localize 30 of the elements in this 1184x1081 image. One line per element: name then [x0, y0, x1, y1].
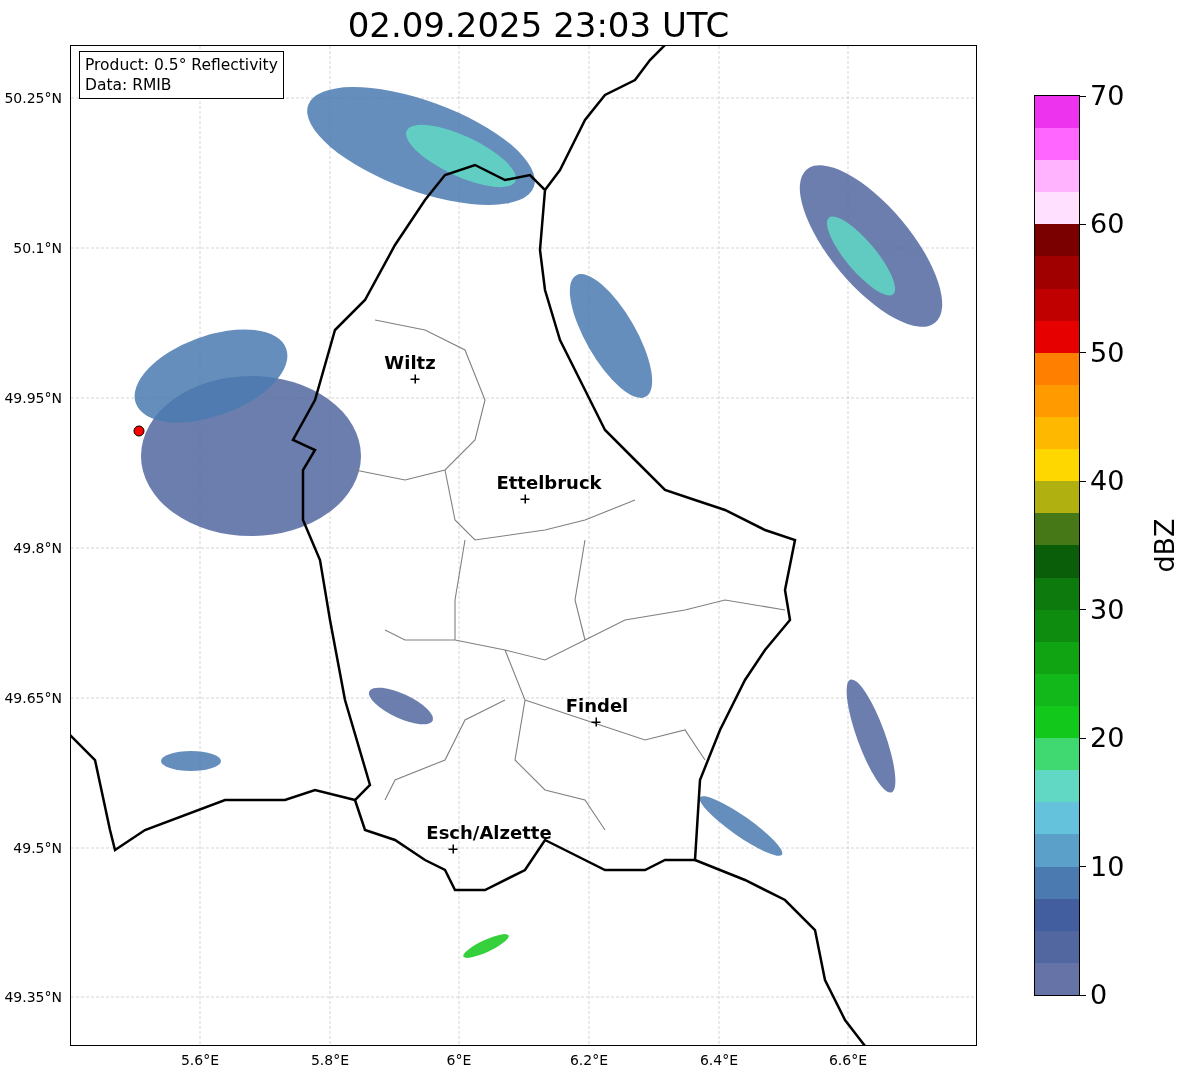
latitude-label: 49.65°N: [4, 690, 62, 706]
city-label: Esch/Alzette: [426, 823, 552, 843]
latitude-label: 50.1°N: [13, 240, 62, 256]
latitude-label: 49.5°N: [13, 840, 62, 856]
info-text: Product: 0.5° Reflectivity: [85, 55, 278, 75]
longitude-label: 6°E: [446, 1052, 472, 1068]
colorbar-tick-label: 40: [1080, 466, 1125, 497]
latitude-label: 49.35°N: [4, 989, 62, 1005]
city-label: Wiltz: [384, 353, 436, 373]
latitude-label: 49.8°N: [13, 540, 62, 556]
colorbar-tick-label: 20: [1080, 723, 1125, 754]
city-label: Findel: [565, 696, 629, 716]
colorbar-tick-label: 0: [1080, 980, 1108, 1010]
longitude-label: 6.2°E: [569, 1052, 609, 1068]
chart-title: 02.09.2025 23:03 UTC: [346, 5, 731, 45]
longitude-label: 5.6°E: [180, 1052, 220, 1068]
latitude-label: 49.95°N: [4, 390, 62, 406]
longitude-label: 5.8°E: [310, 1052, 350, 1068]
latitude-label: 50.25°N: [4, 90, 62, 106]
colorbar-tick-label: 70: [1080, 81, 1125, 111]
longitude-label: 6.6°E: [828, 1052, 868, 1068]
colorbar-tick-label: 30: [1080, 594, 1125, 625]
colorbar-tick-label: 60: [1080, 209, 1125, 240]
info-text: Data: RMIB: [85, 75, 173, 95]
city-marker-icon: [591, 717, 601, 727]
colorbar-label: dBZ: [1148, 518, 1180, 573]
city-label: Ettelbruck: [496, 473, 602, 493]
colorbar-tick-label: 10: [1080, 851, 1125, 882]
colorbar-tick-label: 50: [1080, 337, 1125, 368]
longitude-label: 6.4°E: [699, 1052, 739, 1068]
